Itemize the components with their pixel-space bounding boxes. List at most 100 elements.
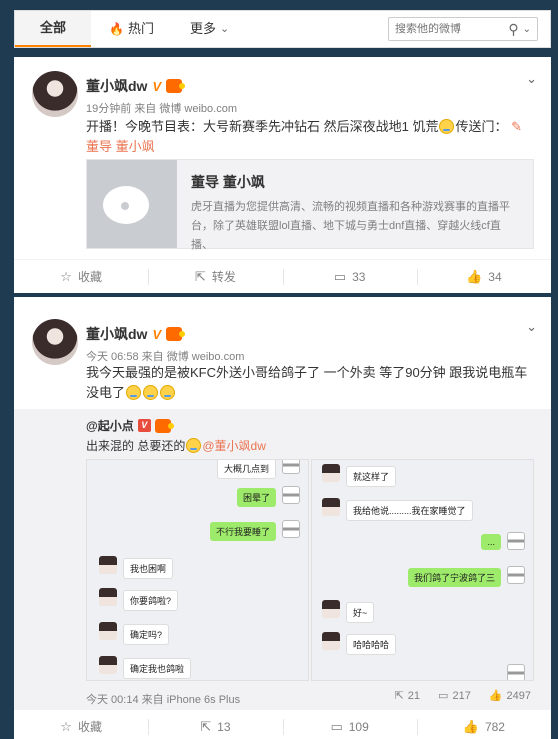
chat-avatar <box>322 464 340 482</box>
chat-avatar <box>99 656 117 674</box>
author-name[interactable]: 董小飒dw <box>86 76 147 96</box>
tab-more-label: 更多 <box>189 21 216 36</box>
post-header: 董小飒dw V 19分钟前 来自 微博 weibo.com <box>86 76 237 116</box>
search-input[interactable] <box>395 23 505 35</box>
profile-tab-bar: 全部 🔥 热门 更多 ⌄ ⚲ ⌄ <box>14 10 551 48</box>
mention-link[interactable]: @董小飒dw <box>202 439 266 453</box>
chat-avatar <box>322 632 340 650</box>
chevron-down-icon[interactable]: ⌄ <box>526 71 537 87</box>
feed-card: ⌄ 董小飒dw V 19分钟前 来自 微博 weibo.com 开播！今晚节目表… <box>14 57 551 293</box>
repost-text-main: 出来混的 总要还的 <box>86 439 186 453</box>
search-icon[interactable]: ⚲ <box>508 22 518 36</box>
thumbs-up-icon: 👍 <box>466 268 483 284</box>
chat-avatar <box>507 664 525 680</box>
share-title: 董导 董小飒 <box>191 174 265 190</box>
verified-icon: V <box>137 419 151 432</box>
weibo-logo-icon <box>87 160 177 248</box>
emoji-icon <box>186 438 202 453</box>
post-link[interactable]: 董导 董小飒 <box>86 139 155 154</box>
fav-button[interactable]: ☆ 收藏 <box>14 260 148 293</box>
repost-block: @起小点 V 出来混的 总要还的 @董小飒dw 大概几点到 困晕了 不行我要睡了 … <box>14 409 551 709</box>
repost-like-button[interactable]: 👍 2497 <box>489 689 531 702</box>
chat-screenshot[interactable]: 就这样了 我给他说.........我在家睡觉了 ... 我们鸽了宁波鸽了三 好… <box>311 459 534 681</box>
repost-label: 转发 <box>211 270 236 284</box>
fav-button[interactable]: ☆ 收藏 <box>14 710 148 739</box>
post-time[interactable]: 今天 06:58 <box>86 351 139 363</box>
post-source[interactable]: 微博 weibo.com <box>167 351 245 363</box>
star-icon: ☆ <box>60 268 72 284</box>
repost-button[interactable]: ⇱ 转发 <box>148 260 282 293</box>
action-bar: ☆ 收藏 ⇱ 转发 ▭ 33 👍 34 <box>14 259 551 293</box>
chat-avatar <box>99 556 117 574</box>
repost-button[interactable]: ⇱ 13 <box>148 710 282 739</box>
chat-screenshot[interactable]: 大概几点到 困晕了 不行我要睡了 我也困啊 你要鸽啦? 确定吗? 确定我也鸽啦 <box>86 459 309 681</box>
chat-avatar <box>282 486 300 504</box>
repost-time[interactable]: 今天 00:14 <box>86 694 139 706</box>
repost-comment-count: 217 <box>452 690 471 702</box>
tab-hot[interactable]: 🔥 热门 <box>91 11 172 47</box>
emoji-icon <box>160 385 176 400</box>
chat-bubble: 就这样了 <box>346 466 397 487</box>
comment-icon: ▭ <box>333 268 347 284</box>
repost-icon: ⇱ <box>194 268 206 284</box>
chat-bubble: 好~ <box>346 602 375 623</box>
avatar[interactable] <box>32 319 78 365</box>
emoji-icon <box>439 119 455 134</box>
chat-avatar <box>99 622 117 640</box>
like-count: 782 <box>484 719 505 734</box>
repost-icon: ⇱ <box>394 690 404 702</box>
comment-button[interactable]: ▭ 109 <box>282 710 417 739</box>
chat-avatar <box>99 588 117 606</box>
chat-bubble: 大概几点到 <box>216 460 276 479</box>
search-box: ⚲ ⌄ <box>388 17 538 41</box>
like-button[interactable]: 👍 34 <box>416 260 551 293</box>
chevron-down-icon[interactable]: ⌄ <box>526 319 537 335</box>
verified-icon: V <box>152 78 162 94</box>
source-prefix: 来自 <box>141 694 164 706</box>
post-text-b: 传送门： <box>455 119 508 134</box>
link-pen-icon: ✎ <box>511 119 523 134</box>
vip-icon <box>154 418 174 433</box>
repost-source[interactable]: iPhone 6s Plus <box>167 694 240 706</box>
chat-bubble: 我也困啊 <box>123 558 174 579</box>
emoji-icon <box>143 385 159 400</box>
chat-bubble: 我们鸽了宁波鸽了三 <box>407 568 501 587</box>
repost-like-count: 2497 <box>506 690 531 702</box>
chat-bubble: 不行我要睡了 <box>209 522 276 541</box>
chat-bubble: 确定我也鸽啦 <box>123 658 192 679</box>
chat-avatar <box>322 498 340 516</box>
comment-button[interactable]: ▭ 33 <box>282 260 417 293</box>
avatar[interactable] <box>32 71 78 117</box>
tab-more[interactable]: 更多 ⌄ <box>172 11 247 47</box>
chat-avatar <box>282 460 300 474</box>
share-desc: 虎牙直播为您提供高清、流畅的视频直播和各种游戏赛事的直播平台，除了英雄联盟lol… <box>191 201 510 251</box>
chat-bubble: 你要鸽啦? <box>123 590 179 611</box>
chat-avatar <box>507 532 525 550</box>
like-count: 34 <box>488 269 502 284</box>
thumbs-up-icon: 👍 <box>462 718 479 734</box>
chat-avatar <box>507 566 525 584</box>
chat-bubble: 哈哈哈哈 <box>346 634 397 655</box>
post-source[interactable]: 微博 weibo.com <box>159 103 237 115</box>
post-text-a: 开播！今晚节目表：大号新赛季先冲钻石 然后深夜战地1 饥荒 <box>86 119 439 134</box>
like-button[interactable]: 👍 782 <box>416 710 551 739</box>
comment-icon: ▭ <box>330 718 343 734</box>
thumbs-up-icon: 👍 <box>488 690 503 702</box>
source-prefix: 来自 <box>141 351 164 363</box>
tab-all[interactable]: 全部 <box>15 11 91 47</box>
post-time[interactable]: 19分钟前 <box>86 103 131 115</box>
chevron-down-icon[interactable]: ⌄ <box>523 24 531 35</box>
action-bar: ☆ 收藏 ⇱ 13 ▭ 109 👍 782 <box>14 709 551 739</box>
repost-repost-button[interactable]: ⇱ 21 <box>395 689 420 702</box>
author-name[interactable]: 董小飒dw <box>86 324 147 344</box>
image-gallery: 大概几点到 困晕了 不行我要睡了 我也困啊 你要鸽啦? 确定吗? 确定我也鸽啦 … <box>86 459 534 681</box>
tab-all-label: 全部 <box>39 20 66 35</box>
repost-author[interactable]: @起小点 <box>86 417 134 434</box>
verified-icon: V <box>152 326 162 342</box>
repost-comment-button[interactable]: ▭ 217 <box>438 689 471 702</box>
comment-icon: ▭ <box>438 690 449 702</box>
repost-stats: ⇱ 21 ▭ 217 👍 2497 <box>395 689 531 702</box>
post-header: 董小飒dw V 今天 06:58 来自 微博 weibo.com <box>86 324 244 364</box>
share-card[interactable]: 董导 董小飒 虎牙直播为您提供高清、流畅的视频直播和各种游戏赛事的直播平台，除了… <box>86 159 534 251</box>
vip-icon <box>166 79 186 93</box>
